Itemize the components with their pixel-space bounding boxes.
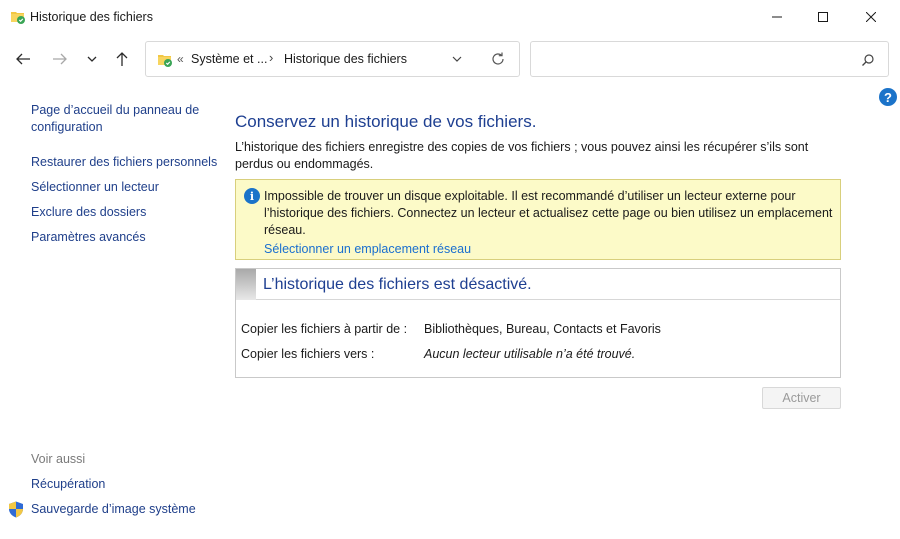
arrow-left-icon bbox=[16, 53, 30, 65]
arrow-up-icon bbox=[116, 52, 128, 66]
copy-to-value: Aucun lecteur utilisable n’a été trouvé. bbox=[424, 347, 636, 361]
minimize-icon bbox=[772, 16, 782, 18]
navigation-bar: « Système et ... › Historique des fichie… bbox=[0, 34, 900, 84]
arrow-right-icon bbox=[53, 53, 67, 65]
search-icon[interactable] bbox=[861, 53, 875, 67]
sidebar-link-advanced-settings[interactable]: Paramètres avancés bbox=[31, 229, 221, 246]
page-description: L’historique des fichiers enregistre des… bbox=[235, 140, 809, 171]
sidebar-link-restore-files[interactable]: Restaurer des fichiers personnels bbox=[31, 154, 221, 171]
sidebar-link-select-drive[interactable]: Sélectionner un lecteur bbox=[31, 179, 221, 196]
copy-from-label: Copier les fichiers à partir de : bbox=[241, 322, 408, 336]
status-title: L’historique des fichiers est désactivé. bbox=[263, 276, 532, 293]
info-message: Impossible de trouver un disque exploita… bbox=[264, 189, 833, 237]
recent-locations-button[interactable] bbox=[80, 47, 104, 71]
address-bar[interactable]: « Système et ... › Historique des fichie… bbox=[145, 41, 520, 77]
forward-button[interactable] bbox=[48, 47, 72, 71]
info-banner: i Impossible de trouver un disque exploi… bbox=[235, 179, 841, 260]
sidebar-link-control-panel-home[interactable]: Page d’accueil du panneau de configurati… bbox=[31, 102, 221, 136]
see-also-heading: Voir aussi bbox=[31, 452, 86, 466]
copy-from-value: Bibliothèques, Bureau, Contacts et Favor… bbox=[424, 322, 661, 336]
copy-to-label: Copier les fichiers vers : bbox=[241, 347, 375, 361]
status-header: L’historique des fichiers est désactivé. bbox=[236, 269, 840, 300]
overflow-chevrons[interactable]: « bbox=[177, 52, 184, 66]
maximize-icon bbox=[818, 12, 828, 22]
back-button[interactable] bbox=[11, 47, 35, 71]
select-network-location-link[interactable]: Sélectionner un emplacement réseau bbox=[264, 242, 471, 256]
help-icon[interactable]: ? bbox=[879, 88, 897, 106]
up-button[interactable] bbox=[110, 47, 134, 71]
minimize-button[interactable] bbox=[754, 0, 800, 34]
close-button[interactable] bbox=[848, 0, 894, 34]
breadcrumb-separator[interactable]: › bbox=[269, 50, 273, 65]
refresh-icon[interactable] bbox=[490, 51, 506, 67]
search-box[interactable] bbox=[530, 41, 889, 77]
chevron-down-icon bbox=[87, 56, 97, 62]
status-panel: L’historique des fichiers est désactivé.… bbox=[235, 268, 841, 378]
sidebar-link-exclude-folders[interactable]: Exclure des dossiers bbox=[31, 204, 221, 221]
address-dropdown-icon[interactable] bbox=[451, 53, 463, 65]
search-input[interactable] bbox=[539, 50, 839, 68]
breadcrumb-file-history[interactable]: Historique des fichiers bbox=[284, 52, 407, 66]
info-icon: i bbox=[244, 188, 260, 204]
page-title: Conservez un historique de vos fichiers. bbox=[235, 112, 537, 131]
close-icon bbox=[866, 12, 876, 22]
title-bar: Historique des fichiers bbox=[0, 0, 900, 34]
uac-shield-icon bbox=[9, 501, 23, 518]
file-history-icon bbox=[11, 12, 25, 24]
sidebar: Page d’accueil du panneau de configurati… bbox=[31, 102, 221, 254]
see-also-recovery-link[interactable]: Récupération bbox=[31, 477, 105, 491]
activate-button[interactable]: Activer bbox=[762, 387, 841, 409]
see-also-system-image-link[interactable]: Sauvegarde d’image système bbox=[31, 502, 196, 516]
status-indicator-bar bbox=[236, 269, 256, 300]
window-title: Historique des fichiers bbox=[30, 10, 153, 24]
maximize-button[interactable] bbox=[800, 0, 846, 34]
control-panel-folder-icon bbox=[158, 55, 172, 67]
breadcrumb-system[interactable]: Système et ... bbox=[191, 52, 267, 66]
